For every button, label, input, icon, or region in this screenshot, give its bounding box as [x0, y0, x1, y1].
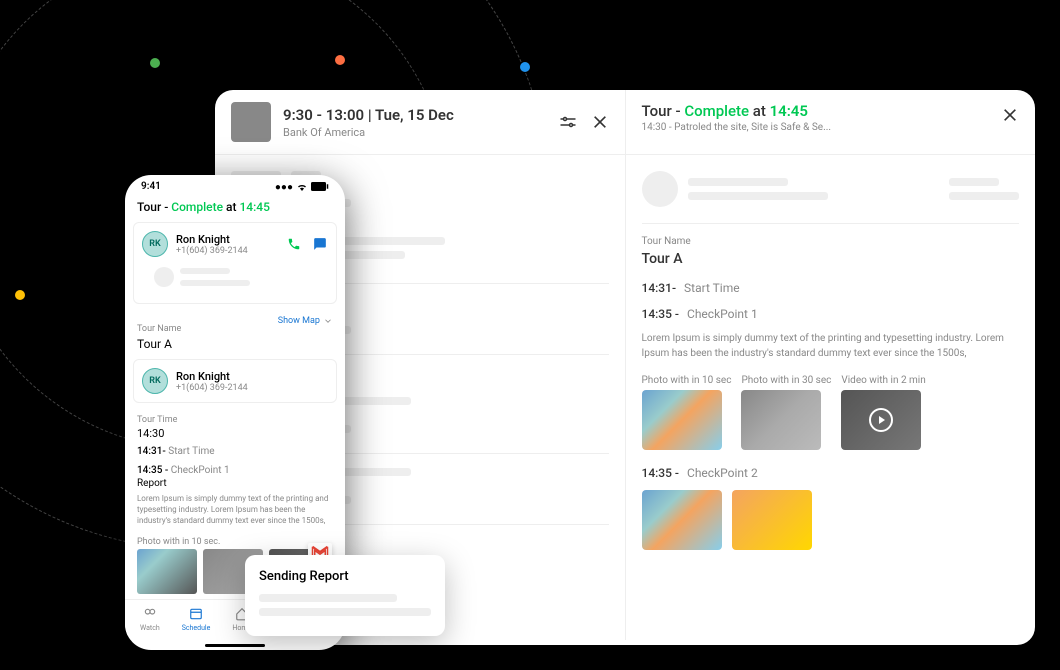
tour-name-value: Tour A — [137, 337, 333, 351]
close-icon[interactable] — [591, 113, 609, 131]
timeline-time: 14:35 - — [642, 307, 680, 321]
contact-name: Ron Knight — [176, 370, 248, 383]
tour-summary: 14:30 - Patroled the site, Site is Safe … — [642, 122, 1020, 133]
decorative-dot — [335, 55, 345, 65]
tour-at: at — [749, 102, 770, 120]
decorative-dot — [15, 290, 25, 300]
timeline-desc: CheckPoint 1 — [687, 307, 758, 321]
timeline-desc: CheckPoint 2 — [687, 466, 758, 480]
report-text: Lorem Ipsum is simply dummy text of the … — [125, 493, 345, 533]
tour-time-label: Tour Time — [137, 415, 333, 425]
close-icon[interactable] — [1001, 106, 1019, 124]
schedule-time: 9:30 - 13:00 | Tue, 15 Dec — [283, 106, 454, 124]
tab-watch[interactable]: Watch — [140, 606, 160, 632]
signal-icon: ●●● — [275, 182, 293, 193]
photo-caption: Photo with in 10 sec. — [137, 537, 333, 547]
contact-name: Ron Knight — [176, 233, 248, 246]
photo-caption: Photo with in 30 sec — [741, 375, 831, 386]
tour-time-value: 14:30 — [137, 427, 333, 440]
contact-phone: +1(604) 369-2144 — [176, 246, 248, 256]
tablet-header-left: 9:30 - 13:00 | Tue, 15 Dec Bank Of Ameri… — [215, 90, 626, 154]
battery-icon — [311, 182, 329, 194]
tour-status: Complete — [684, 102, 749, 120]
decorative-dot — [150, 58, 160, 68]
tour-status: Complete — [171, 200, 223, 214]
tour-at: at — [223, 200, 239, 214]
decorative-dot — [520, 62, 530, 72]
timeline-time: 14:35 - — [137, 465, 168, 476]
message-icon[interactable] — [312, 236, 328, 252]
timeline-time: 14:31- — [642, 281, 677, 295]
tour-time: 14:45 — [770, 102, 808, 120]
timeline-desc: Start Time — [684, 281, 740, 295]
timeline-time: 14:35 - — [642, 466, 680, 480]
status-time: 9:41 — [141, 181, 161, 194]
tab-schedule[interactable]: Schedule — [182, 606, 211, 632]
wifi-icon — [296, 181, 308, 194]
timeline-desc: Start Time — [168, 446, 214, 457]
site-thumbnail — [231, 102, 271, 142]
tour-name-label: Tour Name — [137, 324, 181, 334]
photo-caption: Photo with in 10 sec — [642, 375, 732, 386]
tour-time: 14:45 — [239, 200, 269, 214]
play-icon — [869, 408, 893, 432]
checkpoint-photo[interactable] — [741, 390, 821, 450]
timeline-desc: CheckPoint 1 — [171, 465, 230, 476]
contact-phone: +1(604) 369-2144 — [176, 383, 248, 393]
contact-avatar: RK — [142, 231, 168, 257]
home-indicator — [205, 644, 265, 647]
checkpoint-video[interactable] — [841, 390, 921, 450]
show-map-link[interactable]: Show Map — [278, 316, 333, 326]
site-name: Bank Of America — [283, 126, 454, 139]
report-photo[interactable] — [137, 549, 197, 594]
call-icon[interactable] — [286, 236, 302, 252]
phone-status-bar: 9:41 ●●● — [125, 175, 345, 196]
sending-report-toast: Sending Report — [245, 555, 445, 636]
tour-name-label: Tour Name — [642, 236, 1020, 247]
tablet-header-right: Tour - Complete at 14:45 14:30 - Patrole… — [626, 90, 1036, 154]
toast-title: Sending Report — [259, 569, 431, 584]
tour-name-value: Tour A — [642, 251, 1020, 267]
checkpoint-description: Lorem Ipsum is simply dummy text of the … — [642, 331, 1020, 361]
settings-icon[interactable] — [559, 113, 577, 131]
contact-avatar: RK — [142, 368, 168, 394]
tablet-right-panel: Tour Name Tour A 14:31- Start Time 14:35 … — [626, 155, 1036, 640]
photo-caption: Video with in 2 min — [841, 375, 925, 386]
timeline-time: 14:31- — [137, 446, 166, 457]
tour-prefix: Tour - — [642, 102, 685, 120]
tour-prefix: Tour - — [137, 200, 171, 214]
checkpoint-photo[interactable] — [642, 490, 722, 550]
report-label: Report — [137, 478, 333, 489]
checkpoint-photo[interactable] — [732, 490, 812, 550]
checkpoint-photo[interactable] — [642, 390, 722, 450]
